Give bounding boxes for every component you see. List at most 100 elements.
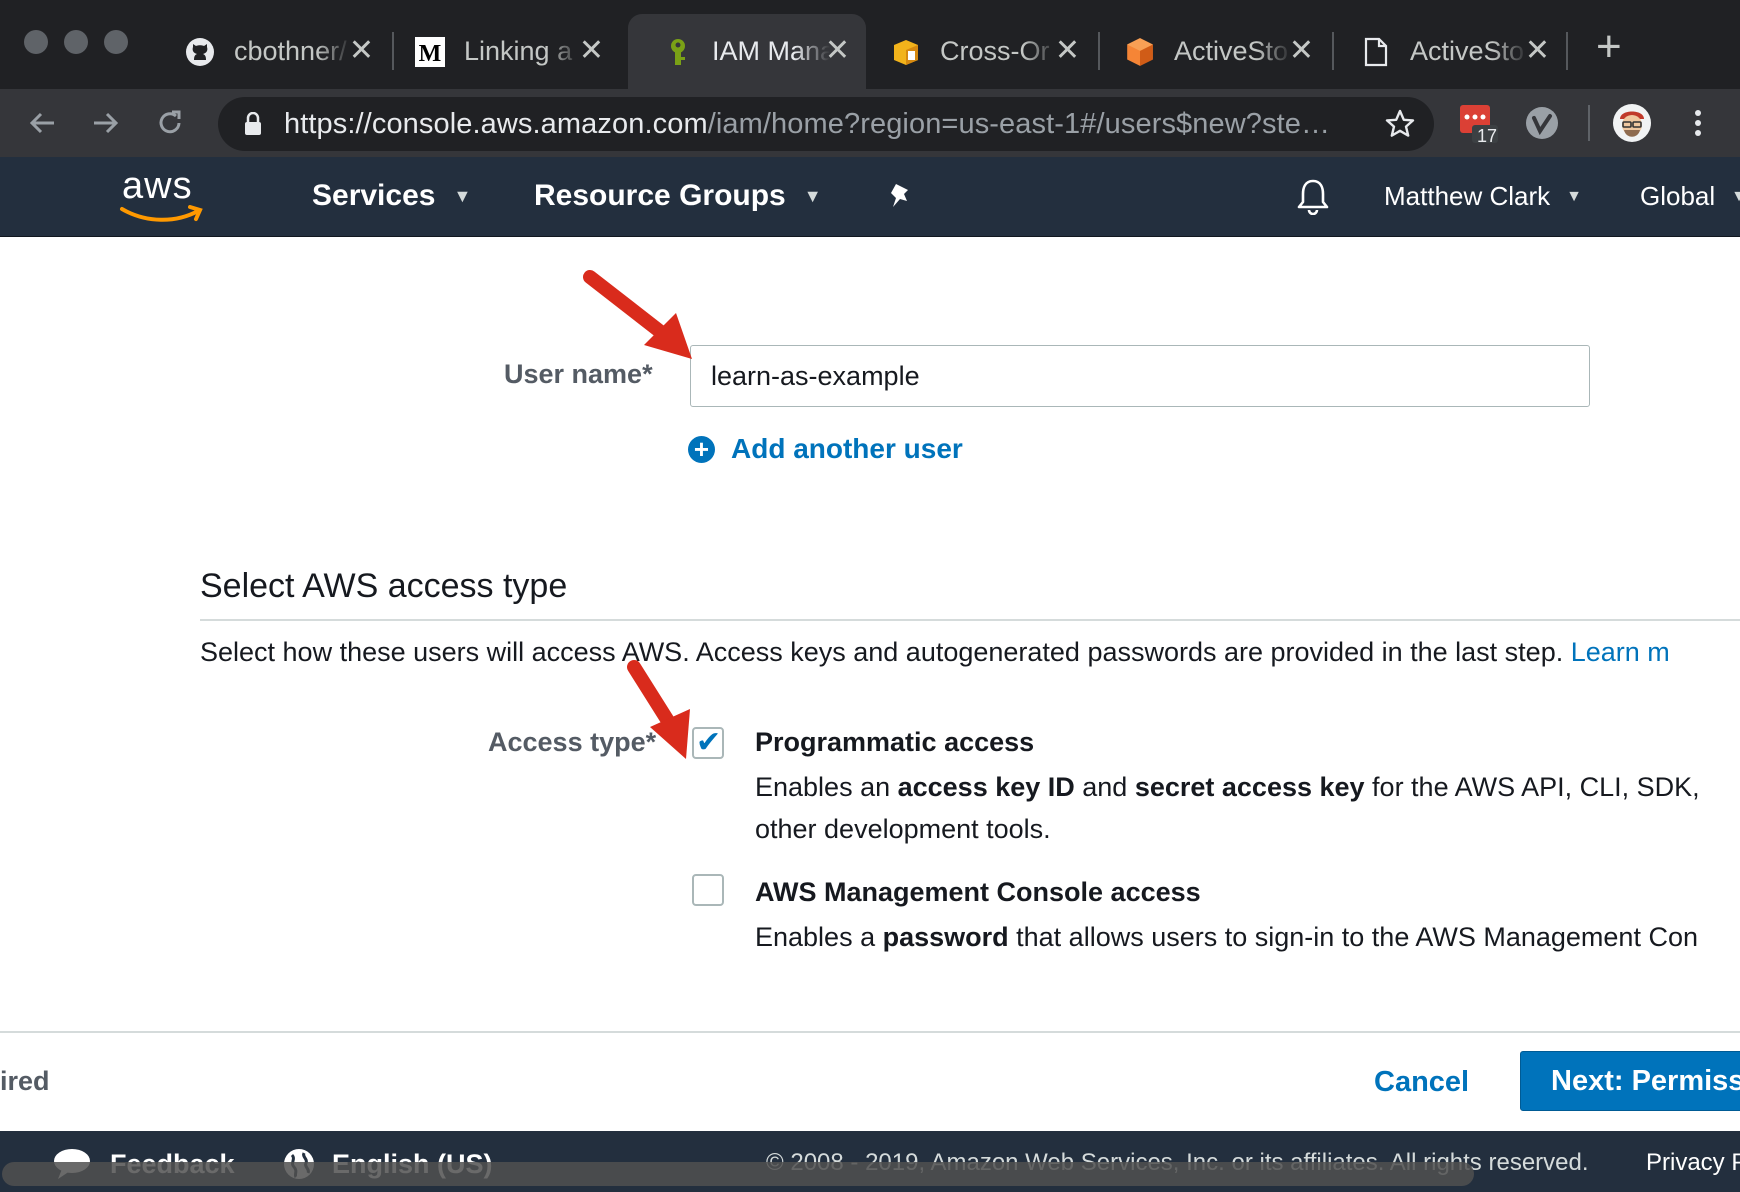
- desc-text: Enables a: [755, 922, 883, 952]
- desc-bold: access key ID: [897, 772, 1075, 802]
- tab-title: IAM Mana: [712, 36, 830, 66]
- browser-tab-medium[interactable]: M Linking a ✕: [380, 14, 620, 89]
- desc-text: and: [1074, 772, 1135, 802]
- tab-close-icon[interactable]: ✕: [1289, 36, 1314, 66]
- console-access-description: Enables a password that allows users to …: [755, 916, 1698, 958]
- address-bar[interactable]: https://console.aws.amazon.com/iam/home?…: [218, 97, 1434, 151]
- tab-title: Linking a: [464, 36, 573, 66]
- browser-tab-cross-origin[interactable]: Cross-Or ✕: [856, 14, 1096, 89]
- aws-cube-icon: [1124, 36, 1156, 68]
- desc-text: Enables an: [755, 772, 898, 802]
- section-description: Select how these users will access AWS. …: [200, 637, 1670, 668]
- window-minimize-button[interactable]: [64, 30, 88, 54]
- browser-toolbar: https://console.aws.amazon.com/iam/home?…: [0, 89, 1740, 157]
- url-path: /iam/home?region=us-east-1#/users$new?st…: [707, 108, 1331, 140]
- tab-title: ActiveSto: [1174, 36, 1289, 66]
- url-host: https://console.aws.amazon.com: [284, 108, 708, 140]
- checkmark-icon: ✔: [696, 726, 722, 759]
- tab-close-icon[interactable]: ✕: [579, 36, 604, 66]
- browser-tab-github[interactable]: cbothner/ ✕: [150, 14, 390, 89]
- window-zoom-button[interactable]: [104, 30, 128, 54]
- console-access-checkbox[interactable]: [692, 874, 724, 906]
- tab-title: Cross-Or: [940, 36, 1050, 66]
- add-another-user-link[interactable]: + Add another user: [688, 433, 963, 465]
- resource-groups-menu[interactable]: Resource Groups ▼: [534, 179, 822, 213]
- services-label: Services: [312, 179, 436, 212]
- desc-text: other development tools.: [755, 814, 1051, 844]
- horizontal-scrollbar[interactable]: [2, 1162, 1474, 1186]
- aws-navbar: aws Services ▼ Resource Groups ▼ Matthew C…: [0, 157, 1740, 237]
- username-label: User name*: [504, 359, 653, 389]
- tab-divider: [1566, 32, 1568, 70]
- add-another-user-label: Add another user: [731, 433, 963, 464]
- svg-text:M: M: [419, 41, 442, 67]
- account-name: Matthew Clark: [1384, 181, 1551, 211]
- browser-tab-activestorage-1[interactable]: ActiveSto ✕: [1090, 14, 1330, 89]
- programmatic-access-title: Programmatic access: [755, 727, 1035, 757]
- bookmark-star-icon[interactable]: [1384, 108, 1416, 145]
- section-description-text: Select how these users will access AWS. …: [200, 637, 1564, 667]
- url-text: https://console.aws.amazon.com/iam/home?…: [284, 108, 1330, 141]
- chevron-down-icon: ▼: [453, 185, 472, 206]
- chevron-down-icon: ▼: [1566, 187, 1582, 205]
- tab-close-icon[interactable]: ✕: [349, 36, 374, 66]
- learn-more-link[interactable]: Learn m: [1571, 637, 1670, 667]
- required-note: ired: [0, 1066, 50, 1096]
- desc-text: that allows users to sign-in to the AWS …: [1008, 922, 1698, 952]
- browser-tab-iam[interactable]: IAM Mana ✕: [628, 14, 866, 89]
- services-menu[interactable]: Services ▼: [312, 179, 471, 213]
- region-label: Global: [1640, 181, 1716, 211]
- notification-bell-icon[interactable]: [1296, 177, 1330, 220]
- todoist-extension-icon[interactable]: 17: [1456, 101, 1500, 146]
- desc-bold: password: [882, 922, 1009, 952]
- iam-key-icon: [662, 36, 694, 68]
- section-title: Select AWS access type: [200, 567, 568, 605]
- reload-icon[interactable]: [146, 99, 194, 147]
- github-icon: [184, 36, 216, 68]
- toolbar-divider: [1588, 105, 1590, 141]
- pin-icon[interactable]: [886, 181, 916, 216]
- region-menu[interactable]: Global ▼: [1640, 181, 1740, 212]
- desc-text: for the AWS API, CLI, SDK,: [1364, 772, 1700, 802]
- tab-close-icon[interactable]: ✕: [1055, 36, 1080, 66]
- new-tab-button[interactable]: +: [1596, 22, 1622, 72]
- chevron-down-icon: ▼: [803, 185, 822, 206]
- aws-logo[interactable]: aws: [118, 163, 208, 227]
- chevron-down-icon: ▼: [1731, 187, 1740, 205]
- browser-tab-activestorage-2[interactable]: ActiveSto ✕: [1326, 14, 1566, 89]
- username-input[interactable]: [690, 345, 1590, 407]
- privacy-policy-link[interactable]: Privacy P: [1646, 1149, 1740, 1177]
- back-icon[interactable]: [18, 99, 66, 147]
- section-divider: [200, 619, 1740, 621]
- resource-groups-label: Resource Groups: [534, 179, 786, 212]
- plus-circle-icon: +: [688, 435, 715, 463]
- aws-logo-text: aws: [122, 165, 193, 207]
- profile-avatar[interactable]: [1610, 101, 1654, 145]
- tab-close-icon[interactable]: ✕: [1525, 36, 1550, 66]
- cancel-button[interactable]: Cancel: [1374, 1066, 1469, 1099]
- annotation-arrow-icon: [583, 270, 692, 359]
- account-menu[interactable]: Matthew Clark ▼: [1384, 181, 1582, 212]
- tab-title: ActiveSto: [1410, 36, 1525, 66]
- programmatic-access-description: Enables an access key ID and secret acce…: [755, 766, 1700, 850]
- next-permissions-button[interactable]: Next: Permissi: [1520, 1051, 1740, 1111]
- desc-bold: secret access key: [1134, 772, 1365, 802]
- aws-box-icon: [890, 36, 922, 68]
- tab-title: cbothner/: [234, 36, 347, 66]
- browser-menu-icon[interactable]: [1676, 101, 1720, 145]
- vimeo-extension-icon[interactable]: [1520, 101, 1564, 145]
- tab-close-icon[interactable]: ✕: [825, 36, 850, 66]
- medium-icon: M: [414, 36, 446, 68]
- console-access-title: AWS Management Console access: [755, 877, 1201, 907]
- extension-badge: 17: [1477, 126, 1498, 146]
- window-close-button[interactable]: [24, 30, 48, 54]
- lock-icon: [244, 111, 262, 141]
- access-type-label: Access type*: [488, 727, 657, 757]
- document-icon: [1360, 36, 1392, 68]
- browser-tab-strip: cbothner/ ✕ M Linking a ✕ IAM Mana ✕ Cro…: [0, 0, 1740, 89]
- aws-smile-icon: [120, 205, 203, 222]
- add-user-form: User name* + Add another user Select AWS…: [0, 237, 1740, 1031]
- programmatic-access-checkbox[interactable]: ✔: [692, 726, 724, 759]
- actions-divider: [0, 1031, 1740, 1033]
- forward-icon[interactable]: [82, 99, 130, 147]
